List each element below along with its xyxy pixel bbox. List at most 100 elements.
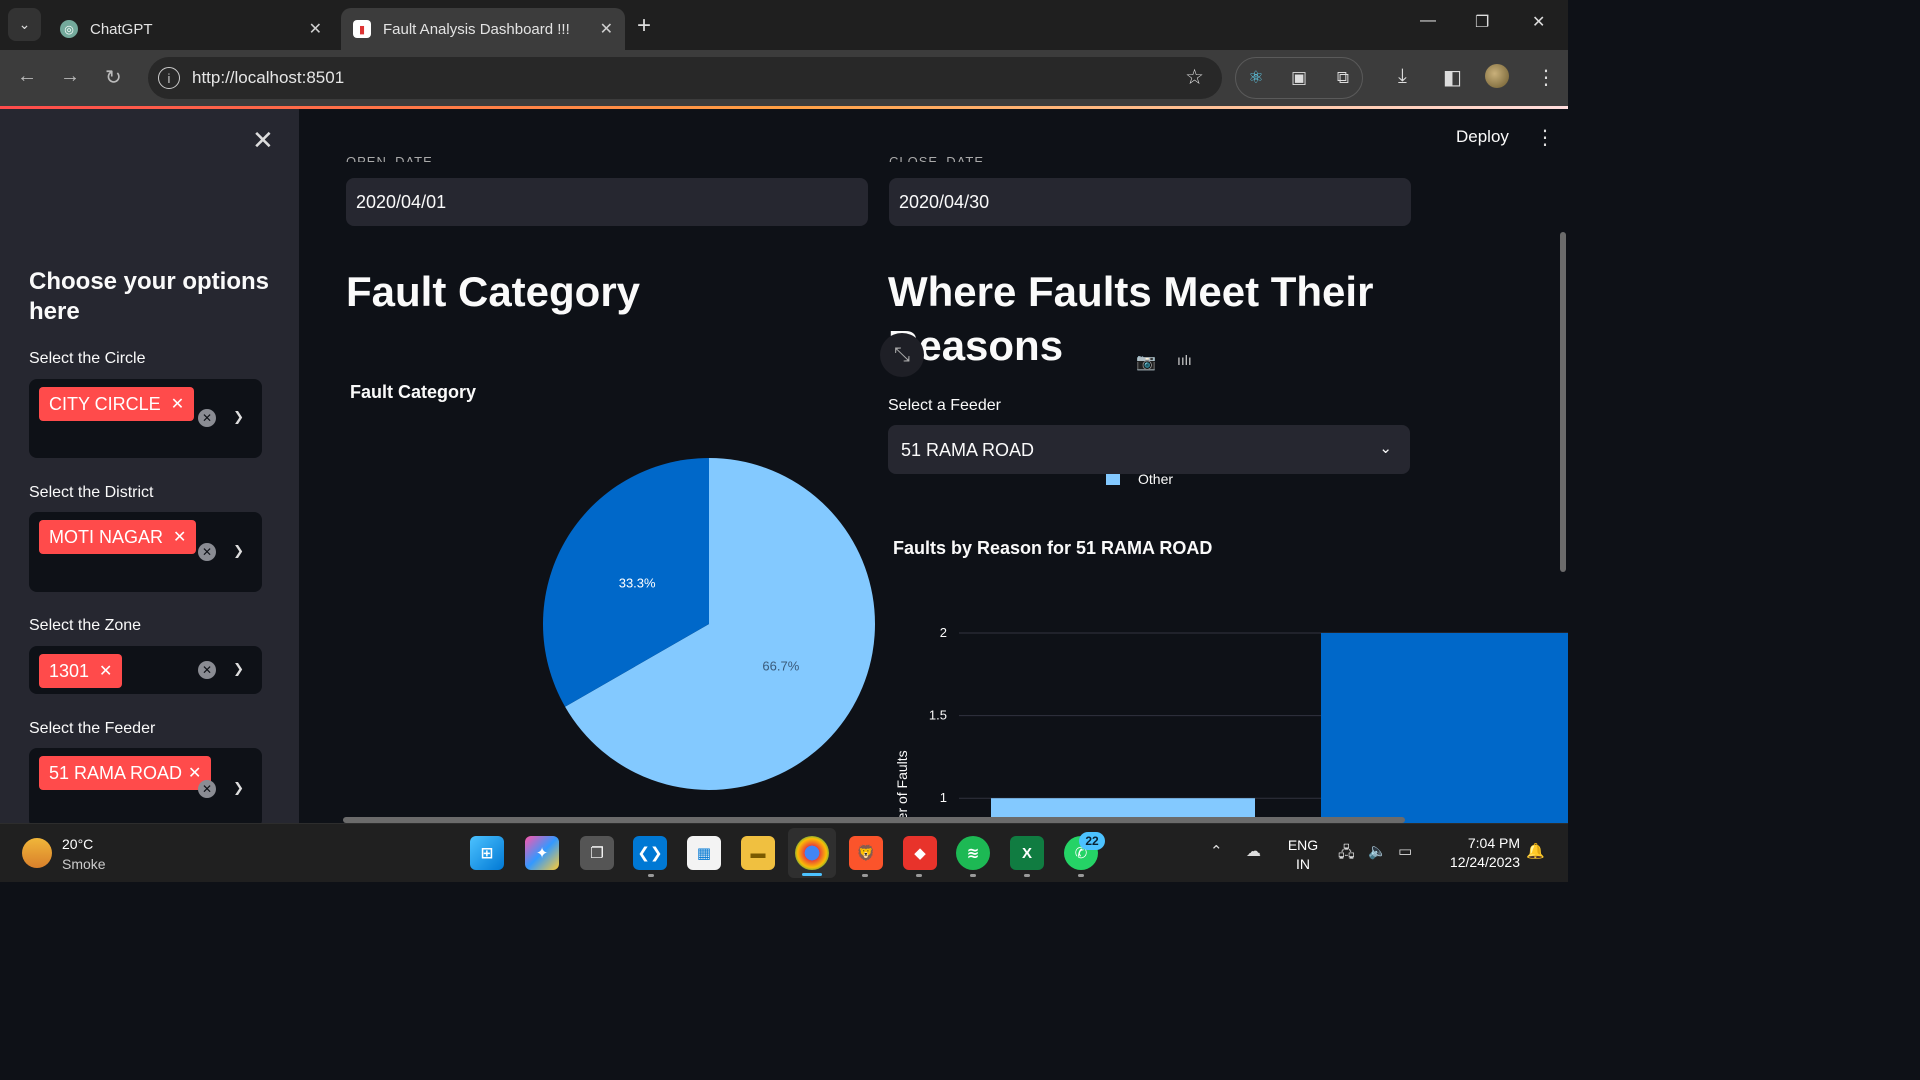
- close-date-input[interactable]: 2020/04/30: [889, 178, 1411, 226]
- camera-icon[interactable]: 📷: [1136, 352, 1156, 372]
- chrome-icon[interactable]: [795, 836, 829, 870]
- chevron-down-icon[interactable]: ❯: [233, 409, 244, 425]
- side-panel-icon[interactable]: ◧: [1443, 65, 1462, 90]
- running-indicator: [648, 874, 654, 877]
- chip-label: MOTI NAGAR: [49, 526, 164, 547]
- chevron-down-icon[interactable]: ❯: [233, 661, 244, 677]
- restore-icon[interactable]: ❐: [1475, 12, 1489, 32]
- selected-chip: CITY CIRCLE ✕: [39, 387, 195, 421]
- chip-remove-icon[interactable]: ✕: [171, 394, 184, 414]
- bar-chart-title: Faults by Reason for 51 RAMA ROAD: [893, 538, 1213, 558]
- sidebar-close-icon[interactable]: ✕: [252, 125, 274, 156]
- browser-menu-kebab-icon[interactable]: ⋮: [1536, 65, 1556, 90]
- feeder-multiselect[interactable]: 51 RAMA ROAD ✕ ✕ ❯: [29, 748, 262, 828]
- close-icon[interactable]: ✕: [600, 19, 613, 39]
- feeder-select[interactable]: 51 RAMA ROAD ⌄: [888, 425, 1410, 474]
- chip-remove-icon[interactable]: ✕: [173, 527, 186, 547]
- clock-time: 7:04 PM: [1467, 835, 1520, 851]
- sidebar-title: Choose your options here: [29, 268, 269, 325]
- running-indicator: [862, 874, 868, 877]
- circle-multiselect[interactable]: CITY CIRCLE ✕ ✕ ❯: [29, 379, 262, 458]
- file-explorer-icon[interactable]: ▬: [741, 836, 775, 870]
- chevron-down-icon[interactable]: ❯: [233, 543, 244, 559]
- tray-chevron-up-icon[interactable]: ⌃: [1210, 842, 1223, 860]
- window-close-icon[interactable]: ✕: [1532, 12, 1545, 32]
- close-date-label: CLOSE_DATE: [889, 154, 985, 162]
- notification-bell-icon[interactable]: 🔔: [1526, 842, 1545, 860]
- network-icon[interactable]: 🖧: [1338, 842, 1355, 867]
- brave-icon[interactable]: 🦁: [849, 836, 883, 870]
- forward-arrow-icon[interactable]: →: [60, 65, 80, 88]
- anydesk-icon[interactable]: ◆: [903, 836, 937, 870]
- chip-remove-icon[interactable]: ✕: [188, 763, 201, 783]
- selected-chip: 1301 ✕: [39, 654, 123, 688]
- reload-icon[interactable]: ↻: [105, 65, 122, 90]
- open-date-label: OPEN_DATE: [346, 154, 433, 162]
- y-tick-label: 1: [940, 790, 947, 805]
- clear-all-icon[interactable]: ✕: [198, 661, 216, 679]
- copilot-icon[interactable]: ✦: [525, 836, 559, 870]
- weather-icon[interactable]: [22, 838, 52, 868]
- volume-icon[interactable]: 🔈: [1368, 842, 1387, 860]
- react-devtools-icon[interactable]: ⚛: [1246, 68, 1266, 88]
- bar-chart-icon: ▮: [353, 20, 371, 38]
- clear-all-icon[interactable]: ✕: [198, 780, 216, 798]
- tab-search-chevron-icon[interactable]: ⌄: [8, 8, 41, 41]
- excel-icon[interactable]: X: [1010, 836, 1044, 870]
- y-tick-label: 1.5: [929, 708, 947, 723]
- download-icon[interactable]: ⤓: [1398, 65, 1407, 88]
- onedrive-cloud-icon[interactable]: ☁: [1246, 842, 1261, 860]
- running-indicator: [1078, 874, 1084, 877]
- profile-avatar[interactable]: [1485, 64, 1509, 88]
- fullscreen-expand-icon[interactable]: ⤡: [880, 333, 924, 377]
- zone-multiselect[interactable]: 1301 ✕ ✕ ❯: [29, 646, 262, 694]
- legend-swatch: [1106, 473, 1120, 485]
- new-tab-plus-icon[interactable]: +: [637, 12, 651, 40]
- site-info-icon[interactable]: i: [158, 67, 180, 89]
- tab-chatgpt[interactable]: ◎ ChatGPT ✕: [48, 8, 334, 50]
- running-indicator: [1024, 874, 1030, 877]
- plotly-logo-icon[interactable]: ıılı: [1177, 352, 1192, 368]
- extensions-puzzle-icon[interactable]: ⧉: [1333, 68, 1353, 88]
- chip-label: CITY CIRCLE: [49, 393, 161, 414]
- sidebar: ✕ Choose your options here Select the Ci…: [0, 109, 299, 828]
- chevron-down-icon[interactable]: ❯: [233, 780, 244, 796]
- main-menu-kebab-icon[interactable]: ⋮: [1535, 125, 1555, 150]
- faults-by-reason-bar-chart: 1 1.5 2 Number of Faults: [894, 625, 1568, 823]
- weather-widget[interactable]: 20°C Smoke: [62, 834, 106, 874]
- picture-in-picture-icon[interactable]: ▣: [1289, 68, 1309, 88]
- clear-all-icon[interactable]: ✕: [198, 409, 216, 427]
- running-indicator: [970, 874, 976, 877]
- tab-fault-dashboard[interactable]: ▮ Fault Analysis Dashboard !!! ✕: [341, 8, 625, 50]
- zone-label: Select the Zone: [29, 617, 142, 634]
- clock-date: 12/24/2023: [1449, 854, 1520, 870]
- chip-label: 51 RAMA ROAD: [49, 762, 183, 783]
- district-multiselect[interactable]: MOTI NAGAR ✕ ✕ ❯: [29, 512, 262, 592]
- task-view-icon[interactable]: ❐: [580, 836, 614, 870]
- pie-slice-label: 33.3%: [619, 575, 656, 590]
- microsoft-store-icon[interactable]: ▦: [687, 836, 721, 870]
- windows-start-icon[interactable]: ⊞: [470, 836, 504, 870]
- language-indicator[interactable]: ENG IN: [1286, 836, 1320, 874]
- clock[interactable]: 7:04 PM 12/24/2023: [1434, 834, 1520, 872]
- bar[interactable]: [1321, 633, 1568, 823]
- minimize-icon[interactable]: —: [1420, 12, 1436, 30]
- deploy-button[interactable]: Deploy: [1456, 127, 1509, 147]
- chatgpt-icon: ◎: [60, 20, 78, 38]
- clear-all-icon[interactable]: ✕: [198, 543, 216, 561]
- pie-chart-title: Fault Category: [350, 382, 477, 402]
- bookmark-star-icon[interactable]: ☆: [1185, 65, 1204, 90]
- weather-desc: Smoke: [62, 856, 106, 872]
- close-icon[interactable]: ✕: [309, 19, 322, 39]
- spotify-icon[interactable]: ≋: [956, 836, 990, 870]
- whatsapp-badge: 22: [1079, 832, 1105, 850]
- chip-remove-icon[interactable]: ✕: [99, 661, 112, 681]
- browser-toolbar: ← → ↻ i http://localhost:8501 ☆ ⚛ ▣ ⧉ ⤓ …: [0, 50, 1568, 106]
- open-date-input[interactable]: 2020/04/01: [346, 178, 868, 226]
- address-bar[interactable]: i http://localhost:8501 ☆: [148, 57, 1222, 99]
- vertical-scrollbar[interactable]: [1560, 232, 1566, 572]
- back-arrow-icon[interactable]: ←: [17, 65, 37, 88]
- vscode-icon[interactable]: ❮❯: [633, 836, 667, 870]
- battery-icon[interactable]: ▭: [1398, 842, 1412, 860]
- chart-legend[interactable]: Other: [1106, 471, 1173, 487]
